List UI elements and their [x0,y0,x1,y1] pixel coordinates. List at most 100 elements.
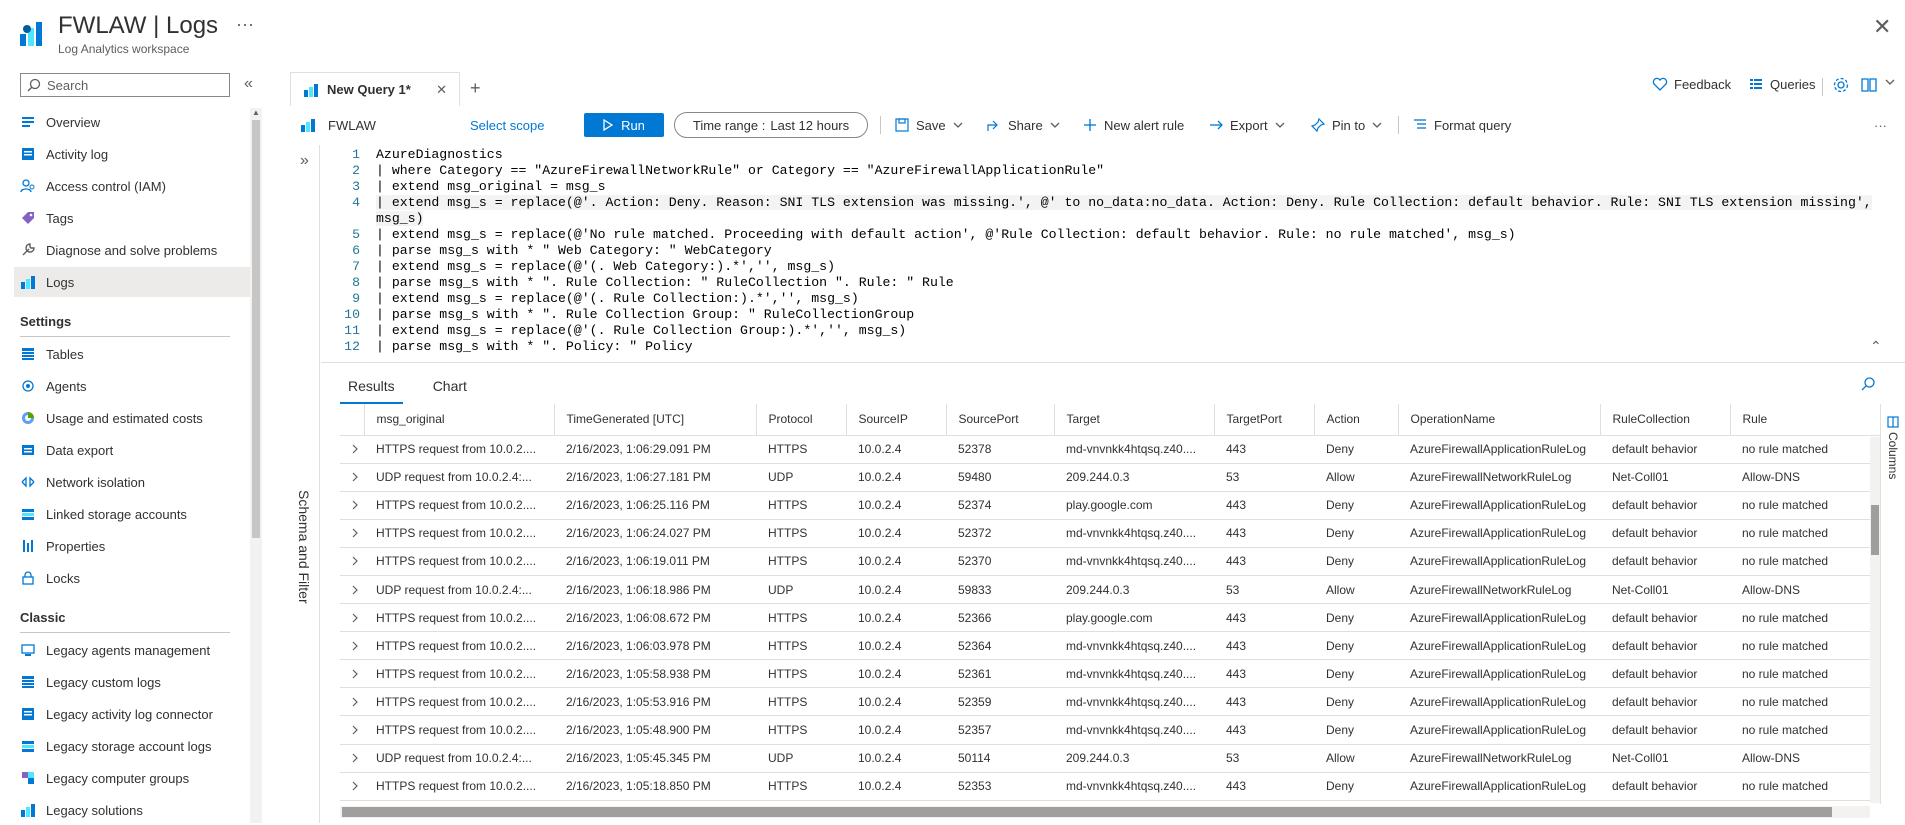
gear-icon[interactable] [1832,76,1850,94]
editor-results-splitter[interactable] [321,362,1905,363]
code-line[interactable]: AzureDiagnostics [376,147,503,162]
code-line[interactable]: | extend msg_s = replace(@'No rule match… [376,227,1516,242]
grid-vertical-scrollbar[interactable] [1870,437,1880,803]
more-icon[interactable]: ··· [236,14,254,35]
tab-results[interactable]: Results [340,376,403,404]
table-row[interactable]: HTTPS request from 10.0.2.... 2/16/2023, … [340,715,1880,745]
code-line[interactable]: | extend msg_s = replace(@'. Action: Den… [376,195,1872,210]
chevron-right-icon[interactable] [340,491,364,520]
code-line[interactable]: | extend msg_s = replace(@'(. Rule Colle… [376,291,859,306]
new-alert-rule-button[interactable]: New alert rule [1082,113,1184,137]
chevron-right-icon[interactable] [340,744,364,773]
add-tab-icon[interactable]: + [470,78,481,99]
sidebar-item-locks[interactable]: Locks [14,563,250,593]
close-tab-icon[interactable]: ✕ [436,82,447,98]
share-button[interactable]: Share [986,113,1061,137]
chevron-right-icon[interactable] [340,463,364,492]
select-scope-link[interactable]: Select scope [470,113,544,137]
sidebar-item-agents[interactable]: Agents [14,371,250,401]
grid-vertical-scrollbar-thumb[interactable] [1871,505,1879,555]
code-line[interactable]: | extend msg_s = replace(@'(. Web Catego… [376,259,835,274]
chevron-right-icon[interactable] [340,772,364,801]
chevron-right-icon[interactable] [340,547,364,576]
expand-panel-icon[interactable]: » [300,152,309,170]
chevron-right-icon[interactable] [340,435,364,464]
chevron-down-icon[interactable] [1884,76,1896,88]
sidebar-search-input[interactable]: Search [20,73,230,97]
code-line[interactable]: | where Category == "AzureFirewallNetwor… [376,163,1104,178]
code-line[interactable]: | extend msg_original = msg_s [376,179,606,194]
column-header[interactable]: msg_original [364,404,555,436]
column-header[interactable]: SourceIP [846,404,947,436]
sidebar-item-activity-log[interactable]: Activity log [14,139,250,169]
collapse-sidebar-icon[interactable]: « [244,75,253,93]
chevron-right-icon[interactable] [340,715,364,745]
sidebar-item-legacy-activity-log-connector[interactable]: Legacy activity log connector [14,699,250,729]
code-line[interactable]: msg_s) [376,211,424,226]
chevron-right-icon[interactable] [340,603,364,633]
table-row[interactable]: HTTPS request from 10.0.2.... 2/16/2023, … [340,435,1880,464]
schema-filter-label[interactable]: Schema and Filter [292,490,312,630]
chevron-right-icon[interactable] [340,659,364,689]
sidebar-item-overview[interactable]: Overview [14,107,250,137]
code-line[interactable]: | parse msg_s with * ". Rule Collection:… [376,275,954,290]
sidebar-item-tags[interactable]: Tags [14,203,250,233]
code-line[interactable]: | extend msg_s = replace(@'(. Rule Colle… [376,323,906,338]
sidebar-item-legacy-computer-groups[interactable]: Legacy computer groups [14,763,250,793]
column-header[interactable]: Protocol [756,404,847,436]
toolbar-more-icon[interactable]: ··· [1874,113,1887,137]
table-row[interactable]: UDP request from 10.0.2.4:... 2/16/2023, … [340,744,1880,773]
column-header[interactable]: Action [1314,404,1399,436]
results-search-icon[interactable] [1860,376,1876,392]
column-header[interactable]: TimeGenerated [UTC] [554,404,757,436]
schema-filter-panel-collapsed[interactable] [286,145,320,823]
sidebar-item-linked-storage-accounts[interactable]: Linked storage accounts [14,499,250,529]
collapse-editor-icon[interactable]: ⌃ [1870,338,1882,355]
sidebar-item-legacy-storage-account-logs[interactable]: Legacy storage account logs [14,731,250,761]
code-line[interactable]: | parse msg_s with * ". Policy: " Policy [376,339,693,354]
sidebar-item-diagnose-and-solve-problems[interactable]: Diagnose and solve problems [14,235,250,265]
sidebar-scrollbar-thumb[interactable] [252,120,260,538]
sidebar-item-access-control-iam[interactable]: Access control (IAM) [14,171,250,201]
column-header[interactable]: RuleCollection [1600,404,1731,436]
sidebar-item-legacy-agents-management[interactable]: Legacy agents management [14,635,250,665]
table-row[interactable]: UDP request from 10.0.2.4:... 2/16/2023, … [340,575,1880,605]
chevron-right-icon[interactable] [340,519,364,548]
chevron-right-icon[interactable] [340,575,364,605]
column-header[interactable]: TargetPort [1214,404,1315,436]
tab-chart[interactable]: Chart [425,376,475,404]
tab-new-query[interactable]: New Query 1* ✕ [290,72,460,106]
table-row[interactable]: HTTPS request from 10.0.2.... 2/16/2023, … [340,772,1880,801]
sidebar-item-properties[interactable]: Properties [14,531,250,561]
code-line[interactable]: | parse msg_s with * " Web Category: " W… [376,243,772,258]
columns-toggle[interactable]: Columns [1886,416,1900,479]
chevron-right-icon[interactable] [340,631,364,661]
save-button[interactable]: Save [894,113,964,137]
column-header[interactable]: SourcePort [946,404,1055,436]
feedback-button[interactable]: Feedback [1652,76,1731,92]
scroll-up-icon[interactable]: ▲ [250,108,262,117]
table-row[interactable]: HTTPS request from 10.0.2.... 2/16/2023, … [340,687,1880,717]
column-header[interactable]: OperationName [1398,404,1601,436]
sidebar-item-network-isolation[interactable]: Network isolation [14,467,250,497]
table-row[interactable]: HTTPS request from 10.0.2.... 2/16/2023, … [340,659,1880,689]
grid-horizontal-scrollbar-thumb[interactable] [342,807,1832,817]
table-row[interactable]: HTTPS request from 10.0.2.... 2/16/2023, … [340,491,1880,520]
format-query-button[interactable]: Format query [1412,113,1511,137]
table-row[interactable]: HTTPS request from 10.0.2.... 2/16/2023, … [340,519,1880,548]
table-row[interactable]: HTTPS request from 10.0.2.... 2/16/2023, … [340,631,1880,661]
sidebar-item-usage-and-estimated-costs[interactable]: Usage and estimated costs [14,403,250,433]
query-editor[interactable]: 1 AzureDiagnostics 2 | where Category == "A… [320,145,1905,363]
sidebar-item-legacy-solutions[interactable]: Legacy solutions [14,795,250,825]
queries-button[interactable]: Queries [1748,76,1816,92]
code-line[interactable]: | parse msg_s with * ". Rule Collection … [376,307,914,322]
chevron-right-icon[interactable] [340,687,364,717]
table-row[interactable]: HTTPS request from 10.0.2.... 2/16/2023, … [340,603,1880,633]
book-icon[interactable] [1860,76,1878,94]
sidebar-item-logs[interactable]: Logs [14,267,250,297]
close-icon[interactable]: ✕ [1873,14,1891,40]
sidebar-item-data-export[interactable]: Data export [14,435,250,465]
time-range-picker[interactable]: Time range : Last 12 hours [674,112,868,138]
sidebar-item-tables[interactable]: Tables [14,339,250,369]
run-button[interactable]: Run [584,113,664,137]
